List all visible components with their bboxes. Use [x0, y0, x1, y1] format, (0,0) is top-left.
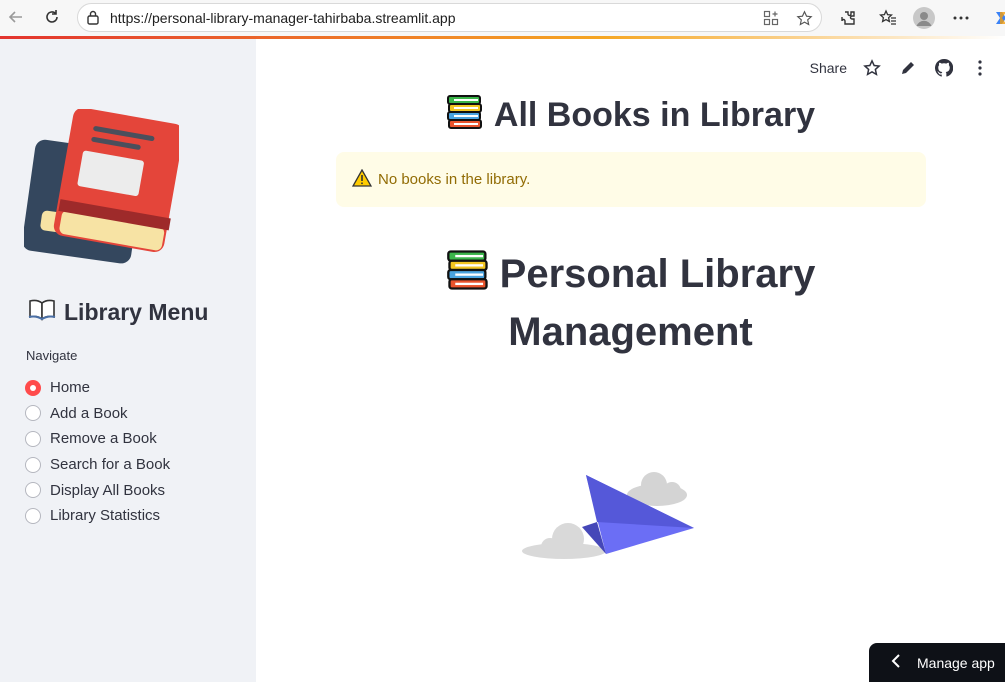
radio-unselected-icon[interactable] [25, 405, 41, 422]
radio-label[interactable]: Display All Books [50, 482, 165, 499]
apps-icon[interactable] [761, 8, 781, 28]
radio-unselected-icon[interactable] [25, 507, 41, 524]
paper-plane-illustration [522, 467, 702, 567]
sidebar-title-text: Library Menu [64, 298, 209, 325]
books-stack-icon [446, 249, 490, 305]
radio-option-search-book[interactable]: Search for a Book [25, 452, 170, 478]
extensions-icon[interactable] [835, 5, 861, 31]
heading-line-2: Management [508, 310, 753, 354]
favorites-icon[interactable] [875, 5, 901, 31]
main-content: Share All Books in Library No books in t… [256, 39, 1005, 682]
radio-option-remove-book[interactable]: Remove a Book [25, 426, 170, 452]
radio-label[interactable]: Add a Book [50, 405, 128, 422]
reload-icon[interactable] [40, 5, 64, 29]
star-icon[interactable] [861, 57, 883, 79]
manage-app-button[interactable]: Manage app [869, 643, 1005, 682]
more-vertical-icon[interactable] [969, 57, 991, 79]
radio-unselected-icon[interactable] [25, 456, 41, 473]
share-button[interactable]: Share [810, 60, 847, 76]
heading-line-1: Personal Library [499, 252, 816, 296]
warning-alert: No books in the library. [336, 152, 926, 207]
navigate-radio-group: Home Add a Book Remove a Book Search for… [25, 375, 170, 529]
warning-icon [351, 168, 373, 191]
heading-all-books: All Books in Library [256, 94, 1005, 139]
more-icon[interactable] [948, 5, 974, 31]
manage-app-label[interactable]: Manage app [917, 655, 995, 671]
books-stack-icon [446, 94, 484, 139]
radio-label[interactable]: Library Statistics [50, 507, 160, 524]
radio-option-display-all-books[interactable]: Display All Books [25, 477, 170, 503]
heading-personal-library: Personal Library Management [256, 247, 1005, 359]
radio-unselected-icon[interactable] [25, 430, 41, 447]
profile-icon[interactable] [913, 7, 935, 29]
radio-unselected-icon[interactable] [25, 482, 41, 499]
github-icon[interactable] [933, 57, 955, 79]
radio-option-library-statistics[interactable]: Library Statistics [25, 503, 170, 529]
radio-option-home[interactable]: Home [25, 375, 170, 401]
star-icon[interactable] [794, 8, 814, 28]
sidebar: Library Menu Navigate Home Add a Book Re… [0, 39, 256, 682]
radio-selected-icon[interactable] [25, 379, 41, 396]
radio-label[interactable]: Search for a Book [50, 456, 170, 473]
edit-icon[interactable] [897, 57, 919, 79]
browser-toolbar: https://personal-library-manager-tahirba… [0, 0, 1005, 37]
copilot-icon[interactable] [988, 5, 1005, 31]
address-bar[interactable]: https://personal-library-manager-tahirba… [77, 3, 822, 32]
radio-label[interactable]: Home [50, 379, 90, 396]
lock-icon[interactable] [86, 10, 100, 30]
sidebar-title: Library Menu [28, 297, 208, 327]
url-text[interactable]: https://personal-library-manager-tahirba… [110, 10, 456, 26]
open-book-icon [28, 297, 56, 327]
radio-option-add-book[interactable]: Add a Book [25, 401, 170, 427]
radio-label[interactable]: Remove a Book [50, 430, 157, 447]
chevron-left-icon[interactable] [891, 654, 901, 671]
heading-all-books-text: All Books in Library [493, 96, 816, 134]
navigate-label: Navigate [26, 348, 78, 363]
alert-text: No books in the library. [378, 171, 531, 188]
back-icon[interactable] [4, 5, 28, 29]
books-logo-icon [22, 107, 184, 269]
app-toolbar: Share [810, 57, 991, 79]
